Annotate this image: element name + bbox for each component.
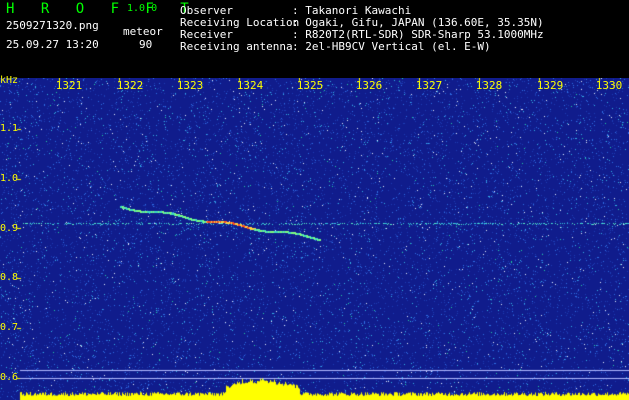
header-panel: H R O F F T 1.0.0 2509271320.png 25.09.2… <box>0 0 629 78</box>
x-tick: 1326 <box>355 79 383 92</box>
y-tick: 0.6 <box>0 372 19 383</box>
y-tick: 0.7 <box>0 322 19 333</box>
y-tick: 0.8 <box>0 272 19 283</box>
antenna-label: Receiving antenna <box>180 40 293 53</box>
x-tick: 1325 <box>296 79 324 92</box>
antenna-value: : 2el-HB9CV Vertical (el. E-W) <box>292 40 491 53</box>
x-tick: 1328 <box>475 79 503 92</box>
file-name: 2509271320.png <box>6 19 99 32</box>
x-tick: 1330 <box>595 79 623 92</box>
x-tick: 1327 <box>415 79 443 92</box>
x-tick: 1324 <box>236 79 264 92</box>
y-tick: 1.0 <box>0 173 19 184</box>
x-tick: 1323 <box>176 79 204 92</box>
file-datetime: 25.09.27 13:20 <box>6 38 99 51</box>
mode-value: 90 <box>139 38 153 51</box>
x-tick: 1329 <box>536 79 564 92</box>
mode-label: meteor <box>123 25 163 38</box>
y-unit-label: kHz <box>0 75 19 86</box>
spectrogram-canvas <box>0 78 629 400</box>
x-tick: 1322 <box>116 79 144 92</box>
app-version: 1.0.0 <box>127 3 158 14</box>
x-tick: 1321 <box>55 79 83 92</box>
app-title: H R O F F T <box>6 1 198 17</box>
y-tick: 1.1 <box>0 123 19 134</box>
y-tick: 0.9 <box>0 223 19 234</box>
